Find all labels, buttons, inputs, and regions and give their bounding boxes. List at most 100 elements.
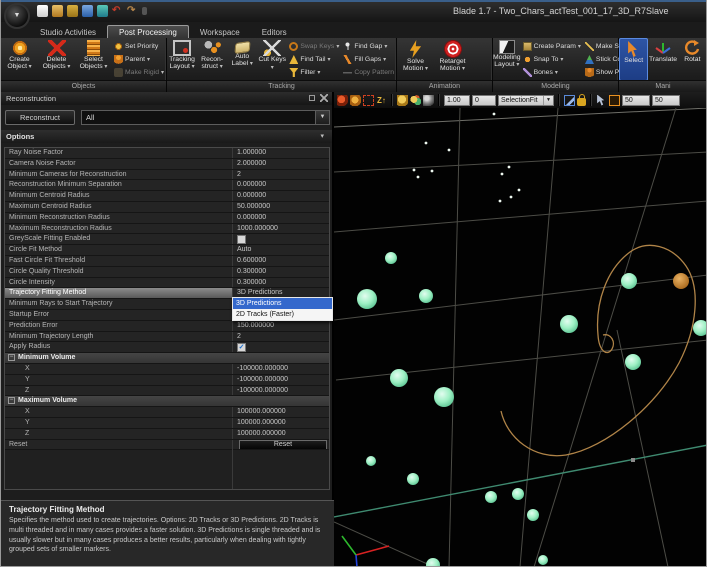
option-value[interactable]: 100000.000000 — [233, 418, 329, 428]
snap-to-button[interactable]: Snap To▾ — [521, 53, 583, 66]
viewport-canvas[interactable] — [334, 108, 707, 567]
option-value[interactable]: 150.000000 — [233, 321, 329, 331]
option-row[interactable]: Y-100000.000000 — [5, 375, 329, 386]
marker[interactable] — [385, 252, 397, 264]
marker[interactable] — [419, 289, 433, 303]
option-row[interactable]: Maximum Centroid Radius50.000000 — [5, 202, 329, 213]
option-value[interactable]: Auto — [233, 245, 329, 255]
make-rigid-button[interactable]: Make Rigid▾ — [112, 66, 166, 79]
option-value[interactable]: 1.000000 — [233, 148, 329, 158]
frame-field[interactable]: 0 — [472, 95, 496, 106]
z-up-icon[interactable]: Z↑ — [376, 95, 387, 106]
small-marker[interactable] — [425, 142, 428, 145]
option-row[interactable]: Minimum Centroid Radius0.000000 — [5, 191, 329, 202]
create-param-button[interactable]: Create Param▾ — [521, 40, 583, 53]
rotat-button[interactable]: Rotat — [678, 38, 707, 81]
option-value[interactable]: 100000.000000 — [233, 429, 329, 439]
create-object-button[interactable]: Create Object ▾ — [1, 38, 38, 81]
save-icon[interactable] — [67, 5, 78, 17]
set-priority-button[interactable]: Set Priority — [112, 40, 166, 53]
more-icon[interactable] — [142, 7, 147, 15]
auto-label-button[interactable]: Auto Label ▾ — [227, 38, 257, 81]
new-file-icon[interactable] — [37, 5, 48, 17]
option-row[interactable]: Minimum Reconstruction Radius0.000000 — [5, 213, 329, 224]
scale-field[interactable]: 1.00 — [444, 95, 470, 106]
option-value[interactable]: 0.000000 — [233, 213, 329, 223]
dropdown-item[interactable]: 2D Tracks (Faster) — [233, 309, 332, 320]
delete-objects-button[interactable]: Delete Objects ▾ — [38, 38, 75, 81]
marker[interactable] — [621, 273, 637, 289]
recon-struct-button[interactable]: Recon- struct ▾ — [197, 38, 227, 81]
marker[interactable] — [512, 488, 524, 500]
select-region-icon[interactable] — [564, 95, 575, 106]
fill-gaps-button[interactable]: Fill Gaps▾ — [341, 53, 396, 66]
swap-keys-button[interactable]: Swap Keys▾ — [287, 40, 341, 53]
retarget-motion-button[interactable]: Retarget Motion ▾ — [434, 38, 471, 81]
collapse-icon[interactable]: − — [8, 397, 15, 404]
copy-pattern-button[interactable]: Copy Pattern — [341, 66, 396, 79]
option-value[interactable]: 0.600000 — [233, 256, 329, 266]
option-row[interactable]: Reconstruction Minimum Separation0.00000… — [5, 180, 329, 191]
option-row[interactable]: Maximum Reconstruction Radius1000.000000 — [5, 224, 329, 235]
option-row[interactable]: Minimum Cameras for Reconstruction2 — [5, 170, 329, 181]
dropdown-item[interactable]: 3D Predictions — [233, 298, 332, 309]
option-value[interactable]: -100000.000000 — [233, 386, 329, 396]
small-marker[interactable] — [501, 173, 504, 176]
grab-icon[interactable] — [397, 95, 408, 106]
option-group-row[interactable]: −Minimum Volume — [5, 353, 329, 364]
trajectory-curve[interactable] — [501, 245, 695, 455]
option-group-row[interactable]: −Maximum Volume — [5, 396, 329, 407]
grid-count-field[interactable]: 50 — [652, 95, 680, 106]
option-row[interactable]: Fast Circle Fit Threshold0.600000 — [5, 256, 329, 267]
solve-motion-button[interactable]: Solve Motion ▾ — [397, 38, 434, 81]
reset-button[interactable]: Reset — [239, 440, 327, 449]
option-row[interactable]: Ray Noise Factor1.000000 — [5, 148, 329, 159]
option-row[interactable]: ResetReset — [5, 440, 329, 451]
pin-icon[interactable] — [309, 95, 315, 101]
find-gap-button[interactable]: Find Gap▾ — [341, 40, 396, 53]
checkbox[interactable] — [237, 235, 246, 244]
3d-viewport[interactable]: Z↑1.000SelectionFit▼5050 — [334, 92, 707, 567]
option-row[interactable]: X-100000.000000 — [5, 364, 329, 375]
option-value[interactable]: 50.000000 — [233, 202, 329, 212]
close-icon[interactable] — [320, 94, 328, 102]
marquee-red-icon[interactable] — [363, 95, 374, 106]
grab-color-icon[interactable] — [410, 95, 421, 106]
marker[interactable] — [434, 387, 454, 407]
find-tail-button[interactable]: Find Tail▾ — [287, 53, 341, 66]
translate-button[interactable]: Translate — [648, 38, 677, 81]
option-value[interactable]: -100000.000000 — [233, 375, 329, 385]
marker[interactable] — [538, 555, 548, 565]
option-row[interactable]: Y100000.000000 — [5, 418, 329, 429]
select-button[interactable]: Select — [619, 38, 648, 81]
option-row[interactable]: Apply Radius✓ — [5, 342, 329, 353]
pointer-icon[interactable] — [596, 95, 607, 106]
option-row[interactable]: Z100000.000000 — [5, 429, 329, 440]
lock-icon[interactable] — [577, 98, 586, 106]
option-value[interactable]: 1000.000000 — [233, 224, 329, 234]
option-value[interactable]: 100000.000000 — [233, 407, 329, 417]
marker[interactable] — [357, 289, 377, 309]
redo-icon[interactable]: ↷ — [127, 5, 138, 17]
sphere-icon[interactable] — [423, 95, 434, 106]
fit-mode-select[interactable]: SelectionFit▼ — [498, 95, 554, 106]
option-value[interactable]: 0.300000 — [233, 278, 329, 288]
checkbox[interactable]: ✓ — [237, 343, 246, 352]
tracking-layout-button[interactable]: Tracking Layout ▾ — [167, 38, 197, 81]
option-row[interactable]: Prediction Error150.000000 — [5, 321, 329, 332]
chevron-down-icon[interactable]: ▼ — [543, 96, 553, 105]
option-row[interactable]: X100000.000000 — [5, 407, 329, 418]
small-marker[interactable] — [508, 166, 511, 169]
small-marker[interactable] — [499, 200, 502, 203]
marker[interactable] — [527, 509, 539, 521]
save-as-icon[interactable] — [82, 5, 93, 17]
orange-box-icon[interactable] — [609, 95, 620, 106]
option-value[interactable]: Reset — [233, 440, 329, 450]
option-row[interactable]: Circle Intensity0.300000 — [5, 278, 329, 289]
option-value[interactable]: 0.000000 — [233, 191, 329, 201]
open-folder-icon[interactable] — [52, 5, 63, 17]
small-marker[interactable] — [448, 149, 451, 152]
marker[interactable] — [390, 369, 408, 387]
small-marker[interactable] — [493, 113, 496, 116]
reconstruct-button[interactable]: Reconstruct — [5, 110, 75, 125]
